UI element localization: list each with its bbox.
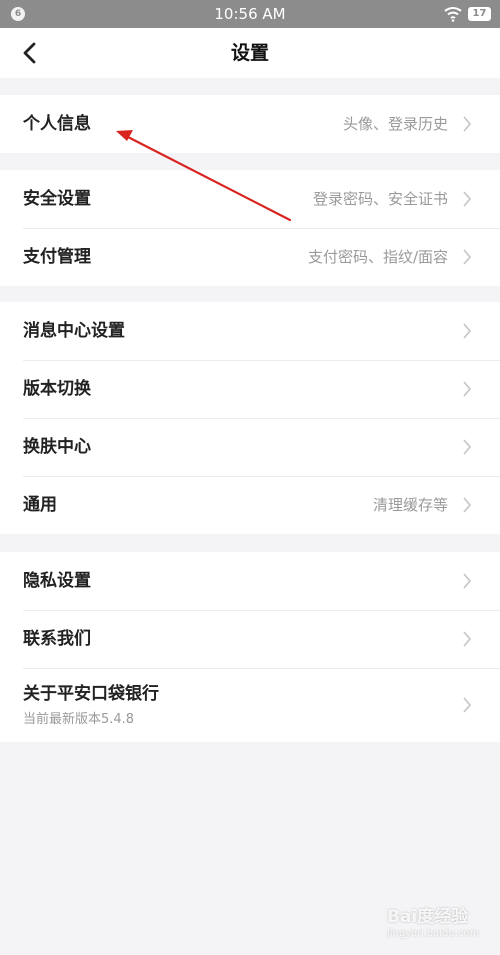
- version-switch-item[interactable]: 版本切换: [0, 360, 500, 418]
- chevron-right-icon: [463, 439, 472, 455]
- back-arrow-icon[interactable]: [22, 42, 38, 64]
- watermark-brand: Bai度经验: [387, 907, 469, 927]
- chevron-right-icon: [463, 497, 472, 513]
- chevron-right-icon: [463, 631, 472, 647]
- chevron-right-icon: [463, 323, 472, 339]
- privacy-settings-item[interactable]: 隐私设置: [0, 552, 500, 610]
- contact-us-item[interactable]: 联系我们: [0, 610, 500, 668]
- chevron-right-icon: [463, 381, 472, 397]
- item-label: 个人信息: [23, 114, 91, 134]
- settings-group-app: 消息中心设置 版本切换 换肤中心 通用 清理缓存等: [0, 302, 500, 534]
- settings-group-about: 隐私设置 联系我们 关于平安口袋银行 当前最新版本5.4.8: [0, 552, 500, 742]
- item-label: 联系我们: [23, 629, 91, 649]
- status-bar: 6 10:56 AM 17: [0, 0, 500, 28]
- item-label: 安全设置: [23, 189, 91, 209]
- item-label: 关于平安口袋银行: [23, 684, 159, 704]
- item-hint: 头像、登录历史: [342, 115, 448, 133]
- settings-group-profile: 个人信息 头像、登录历史: [0, 95, 500, 153]
- settings-group-security: 安全设置 登录密码、安全证书 支付管理 支付密码、指纹/面容: [0, 170, 500, 286]
- about-app-item[interactable]: 关于平安口袋银行 当前最新版本5.4.8: [0, 668, 500, 742]
- skin-center-item[interactable]: 换肤中心: [0, 418, 500, 476]
- item-hint: 清理缓存等: [372, 496, 448, 514]
- nav-bar: 设置: [0, 28, 500, 78]
- chevron-right-icon: [463, 191, 472, 207]
- item-label: 隐私设置: [23, 571, 91, 591]
- status-time: 10:56 AM: [214, 5, 286, 23]
- version-text: 当前最新版本5.4.8: [23, 712, 135, 727]
- page-title: 设置: [230, 42, 269, 64]
- chevron-right-icon: [463, 249, 472, 265]
- item-label: 版本切换: [23, 379, 91, 399]
- chevron-right-icon: [463, 697, 472, 713]
- battery-indicator: 17: [468, 7, 491, 21]
- general-item[interactable]: 通用 清理缓存等: [0, 476, 500, 534]
- item-label: 支付管理: [23, 247, 91, 267]
- item-label: 换肤中心: [23, 437, 91, 457]
- item-label: 通用: [23, 495, 57, 515]
- watermark-url: jingyan.baidu.com: [387, 928, 480, 939]
- security-settings-item[interactable]: 安全设置 登录密码、安全证书: [0, 170, 500, 228]
- item-hint: 支付密码、指纹/面容: [307, 248, 448, 266]
- chevron-right-icon: [463, 573, 472, 589]
- item-label: 消息中心设置: [23, 321, 125, 341]
- item-hint: 登录密码、安全证书: [312, 190, 448, 208]
- message-center-settings-item[interactable]: 消息中心设置: [0, 302, 500, 360]
- payment-management-item[interactable]: 支付管理 支付密码、指纹/面容: [0, 228, 500, 286]
- wifi-icon: [444, 7, 462, 22]
- personal-info-item[interactable]: 个人信息 头像、登录历史: [0, 95, 500, 153]
- chevron-right-icon: [463, 116, 472, 132]
- watermark-logo: Bai度经验 jingyan.baidu.com: [387, 902, 497, 950]
